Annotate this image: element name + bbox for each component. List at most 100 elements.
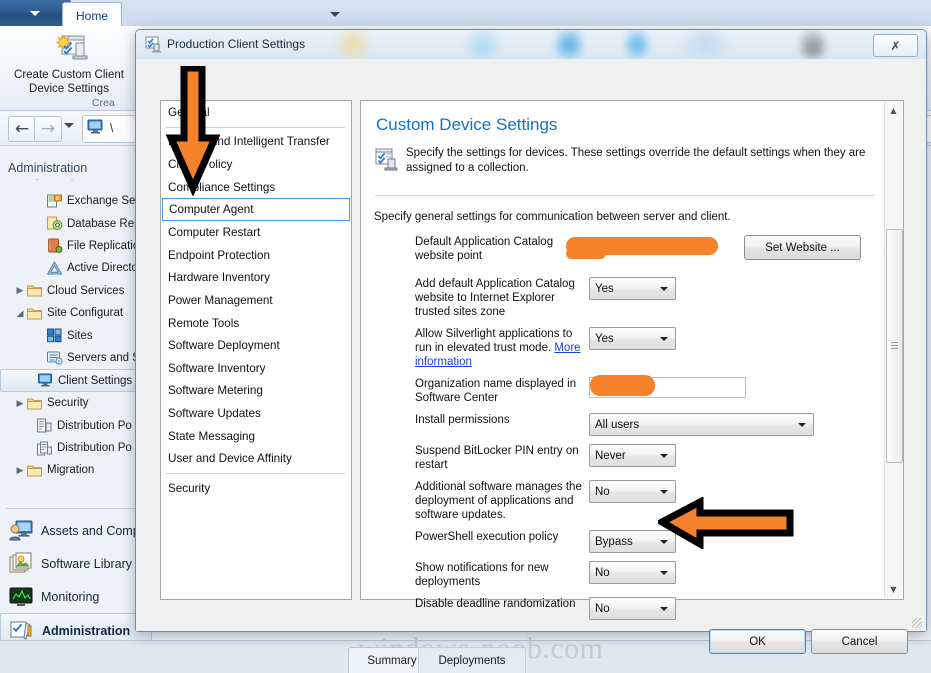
category-item-label: Software Inventory [168, 361, 266, 375]
scroll-up-icon[interactable]: ▲ [885, 102, 902, 119]
workspace-separator [6, 508, 146, 509]
setting-combobox[interactable]: No [589, 597, 676, 620]
dialog-title-bar[interactable]: Production Client Settings ✗ [136, 30, 926, 60]
monitor-icon [37, 373, 54, 388]
tree-item-sites[interactable]: Sites [0, 324, 152, 346]
application-menu-button[interactable] [0, 0, 71, 26]
create-button-label: Create Custom Client Device Settings [14, 68, 124, 96]
resize-grip[interactable] [912, 618, 922, 628]
folder-icon [26, 283, 43, 298]
distribution-point-icon [36, 418, 53, 433]
setting-control: Never [589, 444, 676, 467]
tree-item-label: Migration [47, 464, 95, 477]
tree-item-exchange-ser[interactable]: S Exchange Ser [0, 190, 152, 212]
tree-item-security[interactable]: ▶ Security [0, 392, 152, 414]
workspace-item-label: Monitoring [41, 589, 100, 604]
setting-label: Disable deadline randomization [415, 598, 576, 610]
category-item-security[interactable]: Security [161, 477, 351, 500]
category-item-computer-restart[interactable]: Computer Restart [161, 221, 351, 244]
tree-item-cloud-services[interactable]: ▶ Cloud Services [0, 280, 152, 302]
expander-expanded-icon[interactable]: ◢ [14, 308, 26, 319]
workspace-item-software-library[interactable]: Software Library [0, 547, 152, 580]
category-item-background-intelligent-transfer[interactable]: Background Intelligent Transfer [161, 131, 351, 154]
scrollbar-thumb[interactable] [886, 229, 903, 463]
expander-collapsed-icon[interactable]: ▶ [14, 285, 26, 296]
setting-combobox[interactable]: Yes [589, 277, 676, 300]
setting-combobox[interactable]: No [589, 561, 676, 584]
category-item-power-management[interactable]: Power Management [161, 289, 351, 312]
category-item-hardware-inventory[interactable]: Hardware Inventory [161, 267, 351, 290]
scroll-down-icon[interactable]: ▼ [885, 581, 902, 598]
tree-item-label: Servers and S [67, 351, 140, 364]
category-item-computer-agent[interactable]: Computer Agent [162, 198, 350, 222]
ok-button[interactable]: OK [709, 629, 806, 654]
tree-item-client-settings[interactable]: Client Settings [0, 369, 152, 393]
category-item-software-inventory[interactable]: Software Inventory [161, 357, 351, 380]
category-item-remote-tools[interactable]: Remote Tools [161, 312, 351, 335]
category-item-label: Computer Agent [169, 203, 254, 217]
setting-control: All users [589, 413, 814, 436]
cancel-button[interactable]: Cancel [811, 629, 908, 654]
chevron-down-icon [660, 571, 668, 575]
tree-item-label: Active Directo [67, 262, 138, 275]
expander-collapsed-icon[interactable]: ▶ [14, 398, 26, 409]
tab-home[interactable]: Home [62, 2, 122, 28]
tree-item-label: Database Rep [67, 217, 141, 230]
history-dropdown-button[interactable] [64, 123, 74, 128]
setting-row: Disable deadline randomization No [361, 597, 866, 620]
setting-value: No [595, 485, 610, 498]
category-item-label: Security [168, 481, 211, 495]
tree-item-file-replicatio[interactable]: File Replicatio [0, 235, 152, 257]
tree-item-distribution-po[interactable]: Distribution Po [0, 437, 152, 459]
dialog-title: Production Client Settings [167, 37, 306, 51]
setting-combobox[interactable]: All users [589, 413, 814, 436]
category-item-compliance-settings[interactable]: Compliance Settings [161, 176, 351, 199]
setting-combobox[interactable]: No [589, 480, 676, 503]
chevron-down-icon [30, 11, 40, 16]
category-item-label: Remote Tools [168, 316, 240, 330]
workspace-item-monitoring[interactable]: Monitoring [0, 580, 152, 613]
tree-item-label: File Replicatio [67, 239, 140, 252]
category-item-general[interactable]: General [161, 101, 351, 124]
category-item-client-policy[interactable]: Client Policy [161, 153, 351, 176]
expander-collapsed-icon[interactable]: ▶ [14, 465, 26, 476]
category-item-software-updates[interactable]: Software Updates [161, 402, 351, 425]
tree-item-distribution-po[interactable]: Distribution Po [0, 415, 152, 437]
dialog-body: General Background Intelligent Transfer Cl… [136, 59, 926, 654]
settings-category-list[interactable]: General Background Intelligent Transfer Cl… [160, 100, 352, 600]
tree-item-site-configurat[interactable]: ◢ Site Configurat [0, 302, 152, 324]
close-button[interactable]: ✗ [873, 34, 918, 57]
setting-combobox[interactable]: Never [589, 444, 676, 467]
close-icon: ✗ [890, 38, 901, 53]
tree-item-label: Distribution Po [57, 419, 132, 432]
setting-label: PowerShell execution policy [415, 531, 559, 543]
category-item-endpoint-protection[interactable]: Endpoint Protection [161, 244, 351, 267]
tree-item-servers-and-s[interactable]: Servers and S [0, 347, 152, 369]
setting-combobox[interactable]: Bypass [589, 530, 676, 553]
forward-button[interactable]: → [34, 116, 62, 142]
create-custom-client-device-settings-button[interactable]: Create Custom Client Device Settings [5, 28, 133, 108]
setting-combobox[interactable]: Yes [589, 327, 676, 350]
tree-item-database-rep[interactable]: Database Rep [0, 212, 152, 234]
bottom-expander-icon[interactable] [330, 12, 340, 17]
setting-control: Set Website ... [566, 235, 866, 269]
workspace-switcher[interactable]: Assets and Comp Software Library Monitorin… [0, 514, 152, 648]
setting-control: No [589, 597, 676, 620]
category-item-state-messaging[interactable]: State Messaging [161, 425, 351, 448]
set-website-button[interactable]: Set Website ... [744, 235, 861, 260]
tree-item-active-directo[interactable]: Active Directo [0, 257, 152, 279]
category-item-label: Compliance Settings [168, 180, 276, 194]
tab-deployments[interactable]: Deployments [418, 647, 526, 673]
category-item-user-and-device-affinity[interactable]: User and Device Affinity [161, 447, 351, 470]
folder-icon [26, 463, 43, 478]
settings-scrollbar[interactable]: ▲ ▼ [884, 102, 903, 598]
workspace-item-assets-and-comp[interactable]: Assets and Comp [0, 514, 152, 547]
active-directory-icon [46, 260, 63, 276]
tree-item-label: Cloud Services [47, 284, 125, 297]
tree-item-migration[interactable]: ▶ Migration [0, 459, 152, 481]
custom-device-settings-icon [375, 148, 399, 171]
navigation-tree[interactable]: ˙ ˙ S Exchange Ser Database Rep File Replica… [0, 178, 152, 498]
category-item-software-metering[interactable]: Software Metering [161, 380, 351, 403]
category-item-software-deployment[interactable]: Software Deployment [161, 334, 351, 357]
back-button[interactable]: ← [8, 116, 36, 142]
